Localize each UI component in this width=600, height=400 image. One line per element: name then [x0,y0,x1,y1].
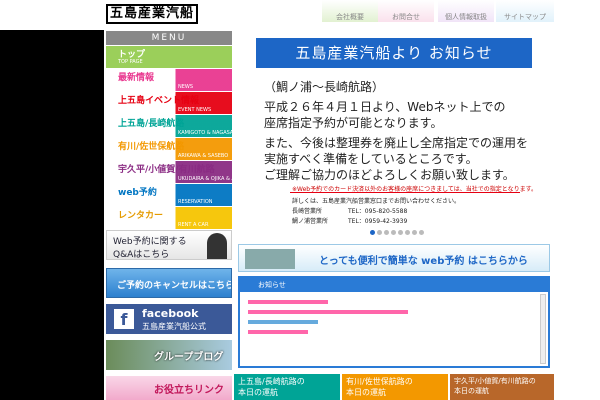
nav-label: お問合せ [392,13,420,21]
menu-item-sub: ARIKAWA & SASEBO [178,153,229,159]
office-name: 鯛ノ浦営業所 [292,218,329,225]
nav-contact[interactable]: お問合せ [378,0,434,30]
route-status-kamigoto[interactable]: 上五島/長崎航路の 本日の運航 [234,374,340,400]
cancel-banner-label: ご予約のキャンセルはこちら [117,281,232,291]
route-card-title: 上五島/長崎航路の [238,377,305,386]
notice-line: 平成２６年４月１日より、Webネット上での [264,100,506,114]
menu-item-sub: EVENT NEWS [178,107,212,113]
route-card-sub: 本日の運航 [454,387,489,395]
menu-item-label: 宇久平/小値賀/有川航路 [118,165,215,175]
menu-item[interactable]: 上五島イベント情報 EVENT NEWS [106,92,232,114]
facebook-banner[interactable]: f facebook 五島産業汽船公式 [106,304,232,334]
notice-line: また、今後は整理券を廃止し全席指定での運用を [264,136,529,150]
notice-slider: 五島産業汽船より お知らせ （鯛ノ浦～長崎航路） 平成２６年４月１日より、Web… [236,30,552,236]
sidebar: MENU トップ TOP PAGE 最新情報 NEWS 上五島イベント情報 EVENT N… [104,30,234,400]
nav-label: 個人情報取扱 [445,13,487,21]
laptop-icon [245,249,295,269]
menu-item-label: web予約 [118,188,157,198]
nav-label: サイトマップ [504,13,546,21]
slider-dot[interactable] [412,230,417,235]
qa-banner-line1: Web予約に関する [113,237,187,247]
menu-item[interactable]: 上五島/長崎航路KAMIGOTO & NAGASAKI [106,115,232,137]
qa-banner-line2: Q&Aはこちら [113,250,170,260]
notice-line: ご理解ご協力のほどよろしくお願い致します。 [264,168,515,182]
slider-dot[interactable] [391,230,396,235]
info-heading: お知らせ [240,278,548,292]
slider-dot[interactable] [370,230,375,235]
menu-item-sub: RESERVATION [178,199,213,205]
menu-item-sub: RENT A CAR [178,222,209,228]
menu-item-label: 上五島イベント情報 [118,96,200,106]
menu-item-label: 最新情報 [118,73,155,83]
scrollbar[interactable] [540,294,546,364]
notice-line: 実施すべく準備をしているところです。 [264,152,478,166]
menu-item-label: レンタカー [118,211,164,221]
main-content: 五島産業汽船より お知らせ （鯛ノ浦～長崎航路） 平成２６年４月１日より、Web… [234,30,554,400]
useful-links-label: お役立ちリンク [154,385,224,396]
menu-item-sub: KAMIGOTO & NAGASAKI [178,130,232,136]
notice-contact-intro: 詳しくは、五島産業汽船営業窓口までお問い合わせください。 [292,198,461,205]
menu-list: トップ TOP PAGE 最新情報 NEWS 上五島イベント情報 EVENT NEWS 上五… [104,46,234,229]
facebook-title: facebook [142,307,199,320]
nav-sitemap[interactable]: サイトマップ [496,0,554,30]
menu-item-label: 上五島/長崎航路 [118,119,185,129]
nav-company[interactable]: 会社概要 [322,0,378,30]
slider-dot[interactable] [419,230,424,235]
menu-item[interactable]: web予約 RESERVATION [106,184,232,206]
right-column [554,30,600,400]
group-blog-banner[interactable]: グループブログ [106,340,232,370]
menu-heading: MENU [106,31,232,45]
useful-links-banner[interactable]: お役立ちリンク [106,376,232,400]
route-card-title: 宇久平/小値賀/有川航路の [454,377,536,385]
web-reservation-banner[interactable]: とっても便利で簡単な web予約 はこちらから [238,244,550,272]
group-blog-label: グループブログ [154,352,224,363]
info-line [248,300,328,304]
cancel-banner[interactable]: ご予約のキャンセルはこちら [106,268,232,298]
info-box: お知らせ [238,276,550,368]
route-card-sub: 本日の運航 [238,388,278,397]
info-line [248,320,318,324]
person-icon [207,233,227,259]
menu-item[interactable]: レンタカー RENT A CAR [106,207,232,229]
notice-route: （鯛ノ浦～長崎航路） [264,80,385,94]
route-status-ukudaira[interactable]: 宇久平/小値賀/有川航路の 本日の運航 [450,374,554,400]
divider [290,192,520,193]
office-tel: TEL：095-820-5588 [348,208,408,215]
menu-item-sub: UKUDAIRA & OJIKA & ARIKAWA [178,176,232,182]
slider-dot[interactable] [377,230,382,235]
route-card-title: 有川/佐世保航路の [346,377,413,386]
menu-item-label: 有川/佐世保航路 [118,142,185,152]
slider-dot[interactable] [398,230,403,235]
menu-item[interactable]: 宇久平/小値賀/有川航路UKUDAIRA & OJIKA & ARIKAWA [106,161,232,183]
office-tel: TEL：0959-42-3939 [348,218,408,225]
nav-privacy[interactable]: 個人情報取扱 [438,0,494,30]
route-card-sub: 本日の運航 [346,388,386,397]
route-status-arikawa[interactable]: 有川/佐世保航路の 本日の運航 [342,374,448,400]
menu-item[interactable]: 最新情報 NEWS [106,69,232,91]
info-line [248,330,308,334]
facebook-icon: f [114,309,134,329]
facebook-sub: 五島産業汽船公式 [142,322,206,331]
slider-dot[interactable] [384,230,389,235]
menu-item-sub: NEWS [178,84,194,90]
notice-title: 五島産業汽船より お知らせ [256,38,532,68]
menu-item[interactable]: 有川/佐世保航路 ARIKAWA & SASEBO [106,138,232,160]
office-name: 長崎営業所 [292,208,323,215]
info-line [248,310,408,314]
web-reservation-label: とっても便利で簡単な web予約 はこちらから [319,256,528,267]
menu-item-sub: TOP PAGE [118,59,143,65]
menu-item[interactable]: トップ TOP PAGE [106,46,232,68]
site-header: 五島産業汽船 会社概要 お問合せ 個人情報取扱 サイトマップ [0,0,600,30]
site-logo[interactable]: 五島産業汽船 [106,4,198,24]
notice-line: 座席指定予約が可能となります。 [264,116,443,130]
slider-dot[interactable] [405,230,410,235]
qa-banner[interactable]: Web予約に関する Q&Aはこちら [106,230,232,260]
nav-label: 会社概要 [336,13,364,21]
